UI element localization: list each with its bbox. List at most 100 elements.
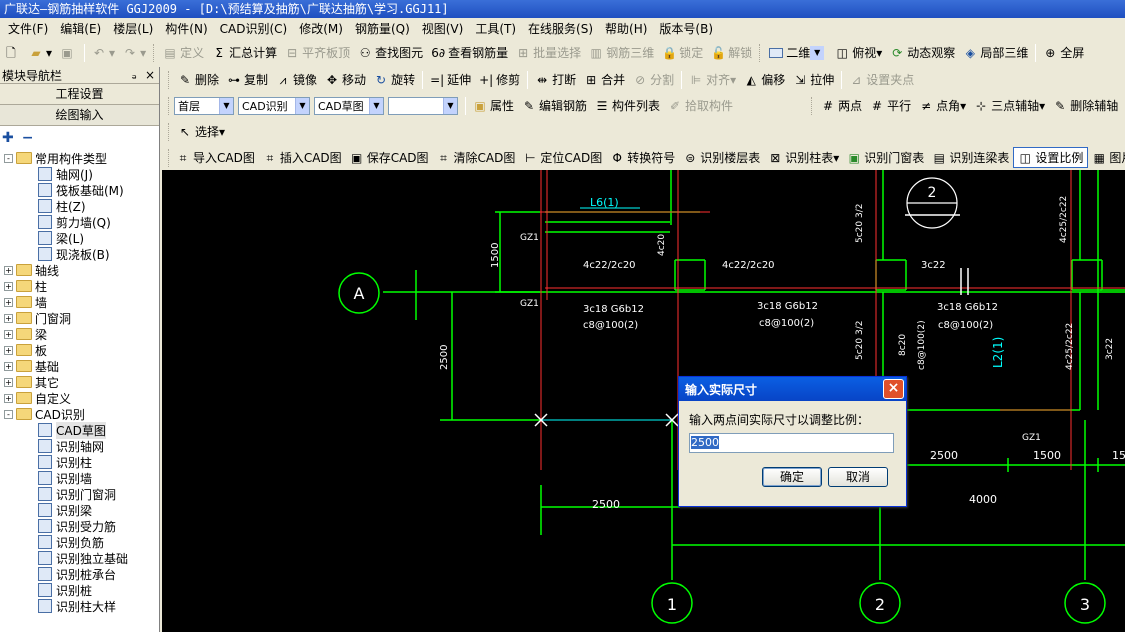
dynamic-view-button[interactable]: ⟳ 动态观察 <box>886 42 959 63</box>
expand-all-icon[interactable]: ✚ <box>2 130 14 146</box>
tree-folder[interactable]: + 梁 <box>0 326 159 342</box>
break-button[interactable]: ⇹ 打断 <box>531 69 580 90</box>
batch-select-button[interactable]: ⊞ 批量选择 <box>512 42 585 63</box>
three-point-aux-button[interactable]: ⊹ 三点辅轴 ▾ <box>970 95 1049 116</box>
tree-folder[interactable]: + 其它 <box>0 374 159 390</box>
rebar-3d-button[interactable]: ▥ 钢筋三维 <box>585 42 658 63</box>
pick-component-button[interactable]: ✐ 拾取构件 <box>664 95 737 116</box>
open-button[interactable]: ▰ ▾ <box>25 42 56 63</box>
tree-folder[interactable]: + 轴线 <box>0 262 159 278</box>
image-manage-button[interactable]: ▦图片管 <box>1088 147 1125 168</box>
close-icon[interactable]: × <box>883 379 904 399</box>
view-mode-select[interactable]: 二维 ▼ <box>765 42 831 63</box>
component-subtype-select[interactable]: CAD草图 ▼ <box>314 96 384 115</box>
save-cad-button[interactable]: ▣ 保存CAD图 <box>346 147 433 168</box>
find-elem-button[interactable]: ⚇ 查找图元 <box>354 42 427 63</box>
tree-item[interactable]: 识别梁 <box>0 502 159 518</box>
tree-item[interactable]: 识别桩 <box>0 582 159 598</box>
cad-canvas[interactable]: A 1 2 3 2 GZ1 GZ1 GZ1 4c22/2c20 4c22/2c2… <box>162 170 1125 632</box>
menu-file[interactable]: 文件(F) <box>2 20 54 37</box>
parallel-button[interactable]: # 平行 <box>866 95 915 116</box>
tree-item[interactable]: 识别轴网 <box>0 438 159 454</box>
tree-item[interactable]: 筏板基础(M) <box>0 182 159 198</box>
menu-help[interactable]: 帮助(H) <box>599 20 653 37</box>
tree-item[interactable]: 识别受力筋 <box>0 518 159 534</box>
view-rebar-button[interactable]: 6∂ 查看钢筋量 <box>427 42 512 63</box>
move-button[interactable]: ✥ 移动 <box>321 69 370 90</box>
tree-folder[interactable]: + 柱 <box>0 278 159 294</box>
delete-aux-button[interactable]: ✎ 删除辅轴 <box>1049 95 1122 116</box>
set-scale-button[interactable]: ◫ 设置比例 <box>1013 147 1089 168</box>
attribute-button[interactable]: ▣ 属性 <box>469 95 518 116</box>
pin-icon[interactable]: ₔ <box>132 68 137 82</box>
flush-slab-button[interactable]: ⊟ 平齐板顶 <box>281 42 354 63</box>
undo-button[interactable]: ↶ ▾ <box>88 42 119 63</box>
set-pinch-button[interactable]: ⊿ 设置夹点 <box>845 69 918 90</box>
edit-rebar-button[interactable]: ✎ 编辑钢筋 <box>518 95 591 116</box>
tree-item[interactable]: 柱(Z) <box>0 198 159 214</box>
mirror-button[interactable]: ⩘ 镜像 <box>272 69 321 90</box>
align-button[interactable]: ⊫ 对齐 ▾ <box>685 69 740 90</box>
merge-button[interactable]: ⊞ 合并 <box>580 69 629 90</box>
ok-button[interactable]: 确定 <box>762 467 822 487</box>
collapse-toggle-icon[interactable]: - <box>4 409 13 419</box>
recog-floor-table-button[interactable]: ⊜ 识别楼层表 <box>679 147 764 168</box>
local-3d-button[interactable]: ◈ 局部三维 <box>959 42 1032 63</box>
expand-toggle-icon[interactable]: + <box>4 377 13 387</box>
expand-toggle-icon[interactable]: + <box>4 265 13 275</box>
extend-button[interactable]: =| 延伸 <box>426 69 475 90</box>
tree-item[interactable]: 剪力墙(Q) <box>0 214 159 230</box>
expand-toggle-icon[interactable]: + <box>4 281 13 291</box>
tree-item[interactable]: 识别柱大样 <box>0 598 159 614</box>
redo-button[interactable]: ↷ ▾ <box>119 42 150 63</box>
point-angle-button[interactable]: ≠ 点角 ▾ <box>915 95 970 116</box>
collapse-toggle-icon[interactable]: - <box>4 153 13 163</box>
expand-toggle-icon[interactable]: + <box>4 297 13 307</box>
sum-calc-button[interactable]: Σ 汇总计算 <box>208 42 281 63</box>
menu-floor[interactable]: 楼层(L) <box>107 20 159 37</box>
select-button[interactable]: ↖ 选择 ▾ <box>174 121 229 142</box>
component-name-select[interactable]: ▼ <box>388 96 458 115</box>
expand-toggle-icon[interactable]: + <box>4 361 13 371</box>
unlock-button[interactable]: 🔓 解锁 <box>707 42 756 63</box>
menu-tools[interactable]: 工具(T) <box>469 20 522 37</box>
split-button[interactable]: ⊘ 分割 <box>629 69 678 90</box>
tree-item[interactable]: 识别墙 <box>0 470 159 486</box>
floor-select[interactable]: 首层 ▼ <box>174 96 234 115</box>
menu-cad-recog[interactable]: CAD识别(C) <box>214 20 294 37</box>
tab-project-settings[interactable]: 工程设置 <box>0 84 159 105</box>
tab-drawing-input[interactable]: 绘图输入 <box>0 105 159 126</box>
tree-item[interactable]: 轴网(J) <box>0 166 159 182</box>
menu-version[interactable]: 版本号(B) <box>653 20 719 37</box>
tree-folder[interactable]: - 常用构件类型 <box>0 150 159 166</box>
component-list-button[interactable]: ☰ 构件列表 <box>591 95 664 116</box>
offset-button[interactable]: ◭ 偏移 <box>740 69 789 90</box>
tree-item[interactable]: CAD草图 <box>0 421 159 439</box>
insert-cad-button[interactable]: ⌗ 插入CAD图 <box>259 147 346 168</box>
fullscreen-button[interactable]: ⊕ 全屏 <box>1039 42 1088 63</box>
collapse-all-icon[interactable]: − <box>22 130 34 146</box>
locate-cad-button[interactable]: ⊢ 定位CAD图 <box>519 147 606 168</box>
menu-component[interactable]: 构件(N) <box>159 20 213 37</box>
tree-folder[interactable]: - CAD识别 <box>0 406 159 422</box>
menu-edit[interactable]: 编辑(E) <box>54 20 107 37</box>
import-cad-button[interactable]: ⌗ 导入CAD图 <box>172 147 259 168</box>
tree-folder[interactable]: + 门窗洞 <box>0 310 159 326</box>
component-type-select[interactable]: CAD识别 ▼ <box>238 96 310 115</box>
define-button[interactable]: ▤ 定义 <box>159 42 208 63</box>
recog-door-window-table-button[interactable]: ▣ 识别门窗表 <box>843 147 928 168</box>
tree-item[interactable]: 梁(L) <box>0 230 159 246</box>
delete-button[interactable]: ✎ 删除 <box>174 69 223 90</box>
menu-rebar-qty[interactable]: 钢筋量(Q) <box>349 20 416 37</box>
tree-folder[interactable]: + 墙 <box>0 294 159 310</box>
close-icon[interactable]: × <box>145 68 155 82</box>
expand-toggle-icon[interactable]: + <box>4 345 13 355</box>
tree-folder[interactable]: + 板 <box>0 342 159 358</box>
save-button[interactable]: ▣ <box>56 42 81 63</box>
actual-size-input[interactable]: 2500 <box>689 433 894 453</box>
menu-modify[interactable]: 修改(M) <box>293 20 349 37</box>
view-plan-button[interactable]: ◫ 俯视 ▾ <box>831 42 886 63</box>
copy-button[interactable]: ⊶ 复制 <box>223 69 272 90</box>
menu-online[interactable]: 在线服务(S) <box>522 20 599 37</box>
expand-toggle-icon[interactable]: + <box>4 393 13 403</box>
